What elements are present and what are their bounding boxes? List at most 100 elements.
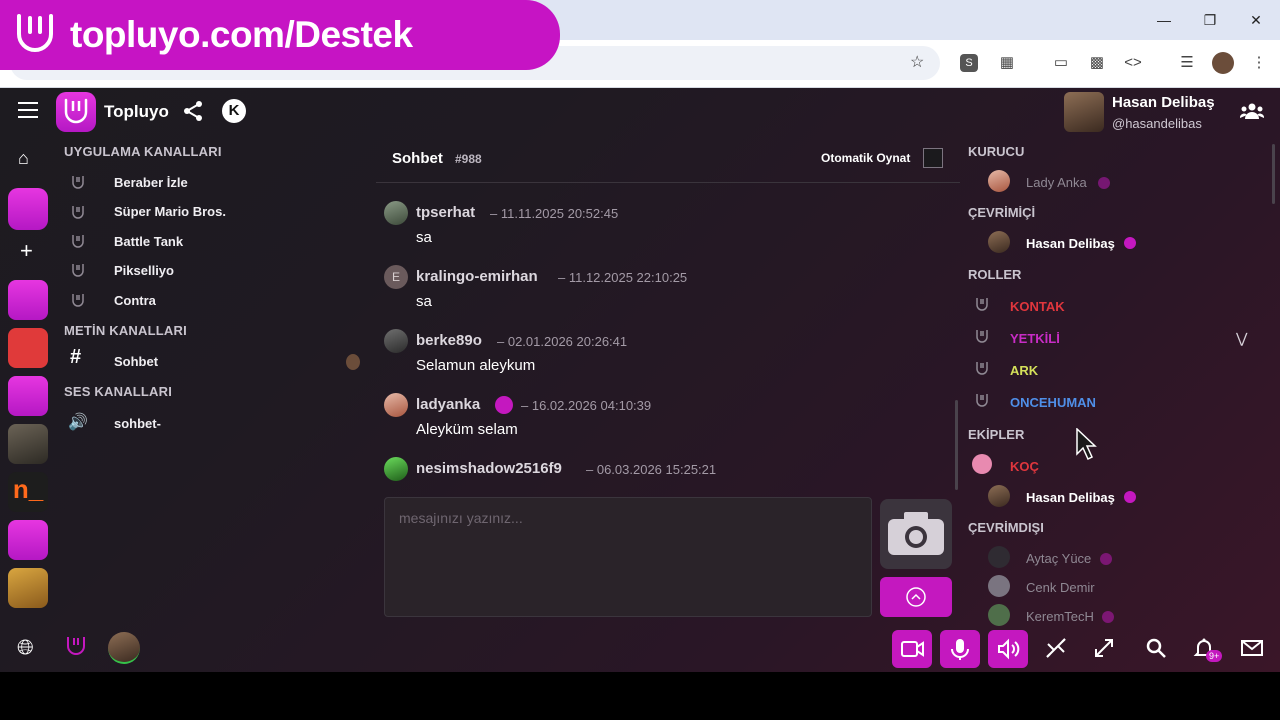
- message-username[interactable]: kralingo-emirhan: [416, 268, 538, 285]
- globe-icon[interactable]: 🌐︎: [17, 636, 34, 660]
- my-avatar[interactable]: [1064, 92, 1104, 132]
- smile-channel-icon: [70, 233, 86, 251]
- smile-channel-icon: [70, 262, 86, 280]
- online-heading: ÇEVRİMİÇİ: [968, 205, 1036, 220]
- speaker-icon: 🔊: [68, 414, 88, 431]
- founder-heading: KURUCU: [968, 144, 1025, 159]
- role-ark[interactable]: ARK: [1010, 363, 1038, 378]
- media-icon[interactable]: ☰: [1176, 52, 1198, 74]
- chat-number: #988: [455, 152, 482, 166]
- home-icon[interactable]: ⌂: [18, 148, 29, 169]
- members-icon[interactable]: [1240, 102, 1264, 120]
- chevrons-down-icon[interactable]: ⋁: [1236, 330, 1247, 347]
- chat-scrollbar[interactable]: [955, 400, 958, 490]
- avatar: [384, 393, 408, 417]
- role-oncehuman[interactable]: ONCEHUMAN: [1010, 395, 1096, 410]
- chat-divider: [376, 182, 960, 183]
- channel-pikselliyo[interactable]: Pikselliyo: [114, 263, 174, 278]
- share-icon[interactable]: [182, 100, 204, 122]
- chat-title: Sohbet: [392, 150, 443, 167]
- channel-super-mario[interactable]: Süper Mario Bros.: [114, 204, 226, 219]
- channel-list: UYGULAMA KANALLARI Beraber İzle Süper Ma…: [56, 134, 366, 630]
- channel-user-avatar: [346, 354, 360, 370]
- smile-role-icon: [974, 360, 990, 378]
- camera-button[interactable]: [880, 499, 952, 569]
- autoplay-checkbox[interactable]: [923, 148, 943, 168]
- server-image-2[interactable]: [8, 568, 48, 608]
- server-topluyo-1[interactable]: [8, 280, 48, 320]
- extension-s-icon[interactable]: S: [960, 54, 978, 72]
- speaker-button[interactable]: [988, 630, 1028, 668]
- avatar: [384, 329, 408, 353]
- fullscreen-icon[interactable]: [1092, 636, 1116, 660]
- notification-count: 9+: [1206, 650, 1223, 662]
- message-input[interactable]: [399, 510, 859, 526]
- minimize-icon[interactable]: —: [1152, 8, 1176, 32]
- restore-icon[interactable]: ❐: [1198, 8, 1222, 32]
- message-username[interactable]: nesimshadow2516f9: [416, 460, 562, 477]
- send-button[interactable]: [880, 577, 952, 617]
- channel-sohbet[interactable]: Sohbet: [114, 354, 158, 369]
- team-koc[interactable]: KOÇ: [1010, 459, 1039, 474]
- member-name[interactable]: Aytaç Yüce: [1026, 551, 1091, 566]
- cast-icon[interactable]: ▭: [1050, 52, 1072, 74]
- server-topluyo-3[interactable]: [8, 520, 48, 560]
- role-kontak[interactable]: KONTAK: [1010, 299, 1065, 314]
- channel-battle-tank[interactable]: Battle Tank: [114, 234, 183, 249]
- server-red[interactable]: [8, 328, 48, 368]
- member-scrollbar[interactable]: [1272, 144, 1275, 204]
- close-icon[interactable]: ✕: [1244, 8, 1268, 32]
- message-username[interactable]: tpserhat: [416, 204, 475, 221]
- smile-role-icon: [974, 392, 990, 410]
- badge-icon: [1124, 237, 1136, 249]
- server-shop[interactable]: [8, 188, 48, 230]
- user-avatar[interactable]: [108, 632, 140, 664]
- member-name[interactable]: Cenk Demir: [1026, 580, 1095, 595]
- topluyo-logo[interactable]: [56, 92, 96, 132]
- member-name[interactable]: Hasan Delibaş: [1026, 490, 1115, 505]
- smile-icon[interactable]: [64, 634, 88, 660]
- code-icon[interactable]: <>: [1122, 52, 1144, 74]
- role-yetkili[interactable]: YETKİLİ: [1010, 331, 1060, 346]
- server-n[interactable]: n_: [8, 472, 48, 512]
- member-name[interactable]: Hasan Delibaş: [1026, 236, 1115, 251]
- avatar: [988, 604, 1010, 626]
- message-username[interactable]: ladyanka: [416, 396, 480, 413]
- promo-banner: topluyo.com/Destek: [0, 0, 560, 70]
- channel-beraber-izle[interactable]: Beraber İzle: [114, 175, 188, 190]
- letterbox: [0, 672, 1280, 720]
- star-icon[interactable]: ☆: [910, 52, 924, 72]
- extensions-icon[interactable]: ▦: [996, 52, 1018, 74]
- message-text: Aleyküm selam: [416, 421, 518, 438]
- member-name[interactable]: KeremTecH: [1026, 609, 1094, 624]
- server-image-1[interactable]: [8, 424, 48, 464]
- app-channels-heading: UYGULAMA KANALLARI: [64, 144, 222, 159]
- avatar: [988, 546, 1010, 568]
- hamburger-menu-icon[interactable]: [18, 102, 38, 118]
- video-button[interactable]: [892, 630, 932, 668]
- server-topluyo-2[interactable]: [8, 376, 48, 416]
- search-icon[interactable]: [1144, 636, 1168, 660]
- team-icon: [972, 454, 992, 474]
- message-username[interactable]: berke89o: [416, 332, 482, 349]
- bottom-bar: 🌐︎ 9+: [0, 630, 1280, 672]
- disconnect-icon[interactable]: [1044, 636, 1068, 660]
- badge-icon: [1102, 611, 1114, 623]
- add-server-icon[interactable]: +: [20, 238, 33, 264]
- channel-sohbet-voice[interactable]: sohbet-: [114, 416, 161, 431]
- qr-icon[interactable]: ▩: [1086, 52, 1108, 74]
- mail-icon[interactable]: [1240, 638, 1264, 658]
- avatar: [384, 201, 408, 225]
- channel-contra[interactable]: Contra: [114, 293, 156, 308]
- camera-icon: [888, 512, 944, 555]
- k-icon[interactable]: K: [222, 99, 246, 123]
- mouse-cursor-icon: [1076, 428, 1097, 461]
- message-text: Selamun aleykum: [416, 357, 536, 374]
- menu-dots-icon[interactable]: ⋮: [1248, 52, 1270, 74]
- smile-channel-icon: [70, 174, 86, 192]
- avatar: [988, 485, 1010, 507]
- member-name[interactable]: Lady Anka: [1026, 175, 1087, 190]
- microphone-button[interactable]: [940, 630, 980, 668]
- profile-icon[interactable]: [1212, 52, 1234, 74]
- chevron-up-icon: [906, 587, 926, 607]
